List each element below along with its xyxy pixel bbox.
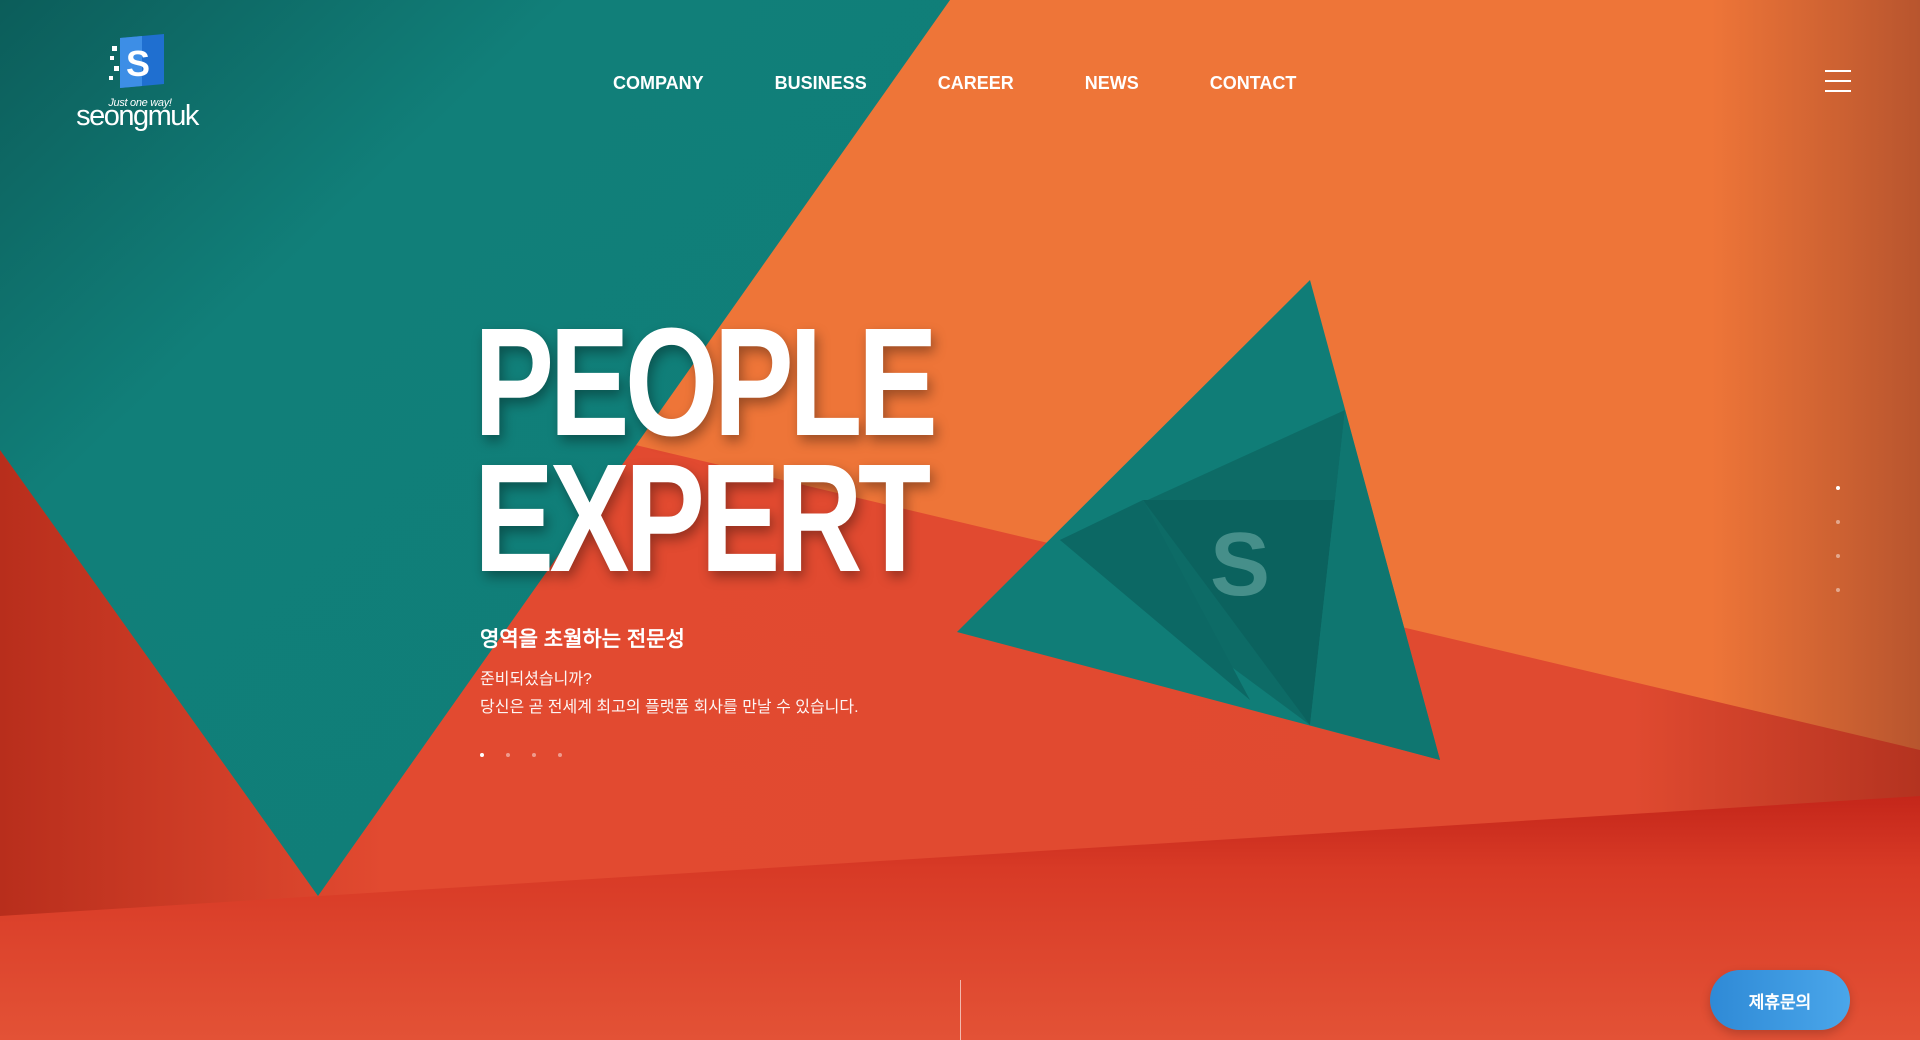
section-dot[interactable] xyxy=(1836,554,1840,558)
slide-dot[interactable] xyxy=(480,753,484,757)
slide-pagination xyxy=(480,753,562,757)
svg-text:S: S xyxy=(126,43,150,84)
nav-item-career[interactable]: CAREER xyxy=(938,70,1014,96)
hero-description: 준비되셨습니까? 당신은 곧 전세계 최고의 플랫폼 회사를 만날 수 있습니다… xyxy=(480,666,859,722)
nav-item-business[interactable]: BUSINESS xyxy=(775,70,867,96)
nav-item-company[interactable]: COMPANY xyxy=(613,70,704,96)
hero-desc-line1: 준비되셨습니까? xyxy=(480,671,592,688)
logo-wordmark: seongmuk xyxy=(76,100,199,132)
hero-title: PEOPLE EXPERT xyxy=(474,296,938,604)
scroll-indicator-line xyxy=(960,980,961,1040)
hero-desc-line2: 당신은 곧 전세계 최고의 플랫폼 회사를 만날 수 있습니다. xyxy=(480,699,859,716)
nav-item-contact[interactable]: CONTACT xyxy=(1210,70,1297,96)
section-dot[interactable] xyxy=(1836,588,1840,592)
section-dot[interactable] xyxy=(1836,486,1840,490)
main-nav: COMPANY BUSINESS CAREER NEWS CONTACT xyxy=(613,70,1296,96)
pyramid-s-watermark: S xyxy=(1210,515,1270,615)
hero-subtitle: 영역을 초월하는 전문성 xyxy=(480,628,685,651)
hero-title-line1: PEOPLE xyxy=(474,296,938,468)
slide-dot[interactable] xyxy=(506,753,510,757)
logo-s-icon: S xyxy=(109,34,164,88)
partnership-inquiry-button[interactable]: 제휴문의 xyxy=(1710,970,1850,1030)
hero-background: S xyxy=(0,0,1920,1040)
slide-dot[interactable] xyxy=(532,753,536,757)
section-dot[interactable] xyxy=(1836,520,1840,524)
nav-item-news[interactable]: NEWS xyxy=(1085,70,1139,96)
section-pagination xyxy=(1836,486,1842,622)
hamburger-menu-icon[interactable] xyxy=(1825,70,1851,93)
slide-dot[interactable] xyxy=(558,753,562,757)
hero-title-line2: EXPERT xyxy=(474,432,931,604)
logo[interactable]: S Just one way! seongmuk xyxy=(62,26,212,136)
